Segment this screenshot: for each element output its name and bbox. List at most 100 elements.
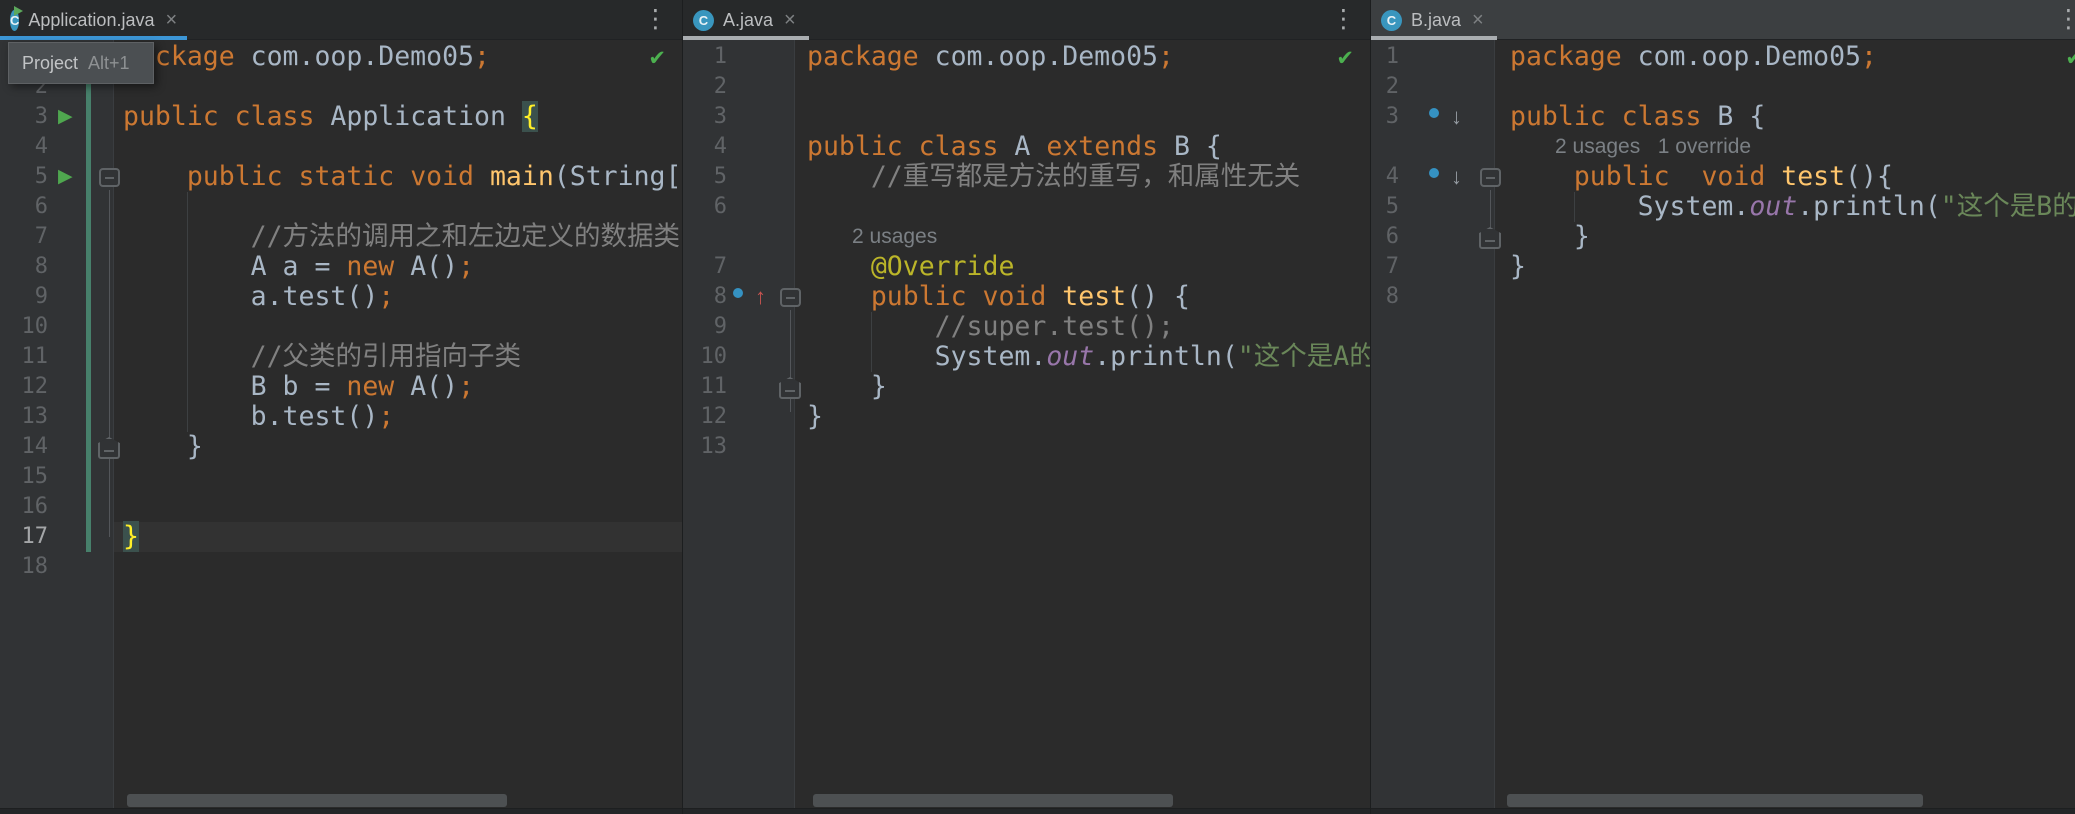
line-number: 3: [1385, 104, 1399, 129]
fold-collapse-icon[interactable]: [780, 288, 801, 307]
tab-label: Application.java: [28, 9, 155, 30]
code-line: 5 System.out.println("这个是B的: [1371, 192, 2075, 222]
inlay-hint-row: 2 usages 1 override: [1371, 132, 2075, 162]
line-number: 7: [34, 224, 48, 249]
line-number: 12: [700, 404, 728, 429]
overrides-method-icon[interactable]: [733, 288, 743, 298]
code-line: 6: [683, 192, 1370, 222]
fold-collapse-icon[interactable]: [1480, 168, 1501, 187]
code-text: A a = new A();: [123, 251, 475, 282]
code-text: //方法的调用之和左边定义的数据类: [123, 221, 681, 252]
line-number: 5: [1385, 194, 1399, 219]
code-line: 3 ▶ public class Application {: [0, 101, 682, 132]
project-toolwindow-tooltip: Project Alt+1: [8, 42, 154, 84]
line-number: 3: [713, 104, 727, 129]
tab-close-icon[interactable]: ×: [784, 10, 796, 30]
override-down-arrow-icon[interactable]: ↓: [1451, 162, 1462, 192]
line-number: 4: [713, 134, 727, 159]
line-number: 11: [21, 344, 49, 369]
override-down-arrow-icon[interactable]: ↓: [1451, 102, 1462, 132]
code-text: package com.oop.Demo05;: [1510, 41, 1877, 72]
code-line: 1 package com.oop.Demo05;: [1371, 42, 2075, 72]
code-editor[interactable]: 1 package com.oop.Demo05; 2 3 ↓ public class …: [1371, 40, 2075, 814]
usages-inlay-hint[interactable]: 2 usages: [852, 222, 937, 252]
code-line: 4 ↓ public void test(){: [1371, 162, 2075, 192]
code-line: 7 @Override: [683, 252, 1370, 282]
code-text: package com.oop.Demo05;: [807, 41, 1174, 72]
tab-close-icon[interactable]: ×: [1472, 10, 1484, 30]
code-line: 11 }: [683, 372, 1370, 402]
line-number: 12: [21, 374, 49, 399]
horizontal-scrollbar-thumb[interactable]: [1507, 794, 1923, 807]
tab-list-menu-icon[interactable]: ⋮: [1331, 5, 1356, 33]
code-line: 17}: [0, 521, 682, 552]
line-number: 4: [1385, 164, 1399, 189]
line-number: 5: [713, 164, 727, 189]
code-line: 5 ▶ public static void main(String[: [0, 162, 682, 192]
code-line: 18: [0, 552, 682, 582]
code-line: 2: [1371, 72, 2075, 102]
line-number: 16: [21, 494, 49, 519]
code-line: 14 }: [0, 432, 682, 462]
tab-list-menu-icon[interactable]: ⋮: [643, 5, 668, 33]
code-text: public static void main(String[: [186, 161, 682, 192]
code-text: //重写都是方法的重写，和属性无关: [807, 161, 1301, 192]
code-line: 10 System.out.println("这个是A的: [683, 341, 1371, 372]
tab-A.java[interactable]: C A.java ×: [683, 0, 809, 40]
code-text: package com.oop.Demo05;: [123, 41, 490, 72]
line-number: 15: [21, 464, 49, 489]
code-editor[interactable]: 1package com.oop.Demo05;23▶public class …: [0, 40, 682, 814]
line-number: 11: [700, 374, 728, 399]
run-gutter-icon[interactable]: ▶: [58, 162, 73, 192]
horizontal-scrollbar-thumb[interactable]: [813, 794, 1173, 807]
run-gutter-icon[interactable]: ▶: [58, 102, 73, 132]
code-text: System.out.println("这个是B的: [1510, 191, 2075, 222]
override-up-arrow-icon[interactable]: ↑: [755, 282, 766, 312]
tab-close-icon[interactable]: ×: [165, 10, 177, 30]
method-overridden-icon[interactable]: [1429, 168, 1439, 178]
tab-Application.java[interactable]: C Application.java ×: [0, 0, 187, 40]
code-line: 5 //重写都是方法的重写，和属性无关: [683, 162, 1370, 192]
fold-end-icon[interactable]: [1479, 227, 1501, 249]
java-class-icon: C: [10, 5, 24, 31]
code-editor[interactable]: 1 package com.oop.Demo05; 2 3 4 public class …: [683, 40, 1370, 814]
code-text: //父类的引用指向子类: [123, 341, 522, 372]
code-text: }: [807, 371, 887, 402]
code-text: }: [807, 401, 823, 432]
method-overridden-icon[interactable]: [1429, 108, 1439, 118]
inspections-ok-icon[interactable]: ✔: [648, 46, 666, 71]
code-line: 1 package com.oop.Demo05;: [683, 42, 1370, 72]
tab-list-menu-icon[interactable]: ⋮: [2056, 5, 2075, 33]
tab-bar: C B.java × ⋮: [1371, 0, 2075, 40]
line-number: 6: [34, 194, 48, 219]
horizontal-scrollbar-thumb[interactable]: [127, 794, 507, 807]
inspections-ok-icon[interactable]: ✔: [1336, 46, 1354, 71]
fold-collapse-icon[interactable]: [99, 168, 120, 187]
code-text: B b = new A();: [123, 371, 475, 402]
fold-end-icon[interactable]: [98, 437, 120, 459]
code-text: //super.test();: [807, 311, 1174, 342]
tab-B.java[interactable]: C B.java ×: [1371, 0, 1497, 40]
line-number: 5: [34, 164, 48, 189]
line-number: 13: [21, 404, 49, 429]
inspections-ok-icon[interactable]: ✔: [2065, 46, 2075, 71]
line-number: 1: [1385, 44, 1399, 69]
editor-pane-A.java: C A.java × ⋮ 1 package com.oop.Demo05; 2 3 4 publ…: [683, 0, 1370, 814]
line-number: 10: [700, 344, 728, 369]
inlay-hint-row: 2 usages: [683, 222, 1370, 252]
line-number: 2: [713, 74, 727, 99]
code-text: System.out.println("这个是A的: [807, 341, 1370, 372]
code-line: 10: [0, 312, 682, 342]
usages-inlay-hint[interactable]: 2 usages 1 override: [1555, 132, 1751, 162]
line-number: 13: [700, 434, 728, 459]
code-line: 8 A a = new A();: [0, 252, 682, 282]
tab-bar: C Application.java × ⋮: [0, 0, 682, 40]
code-line: 4 public class A extends B {: [683, 132, 1370, 162]
line-number: 9: [34, 284, 48, 309]
tooltip-label: Project: [22, 52, 79, 73]
code-line: 7}: [1371, 252, 2075, 282]
fold-end-icon[interactable]: [779, 377, 801, 399]
line-number: 2: [1385, 74, 1399, 99]
code-line: 11 //父类的引用指向子类: [0, 342, 682, 372]
line-number: 8: [713, 284, 727, 309]
